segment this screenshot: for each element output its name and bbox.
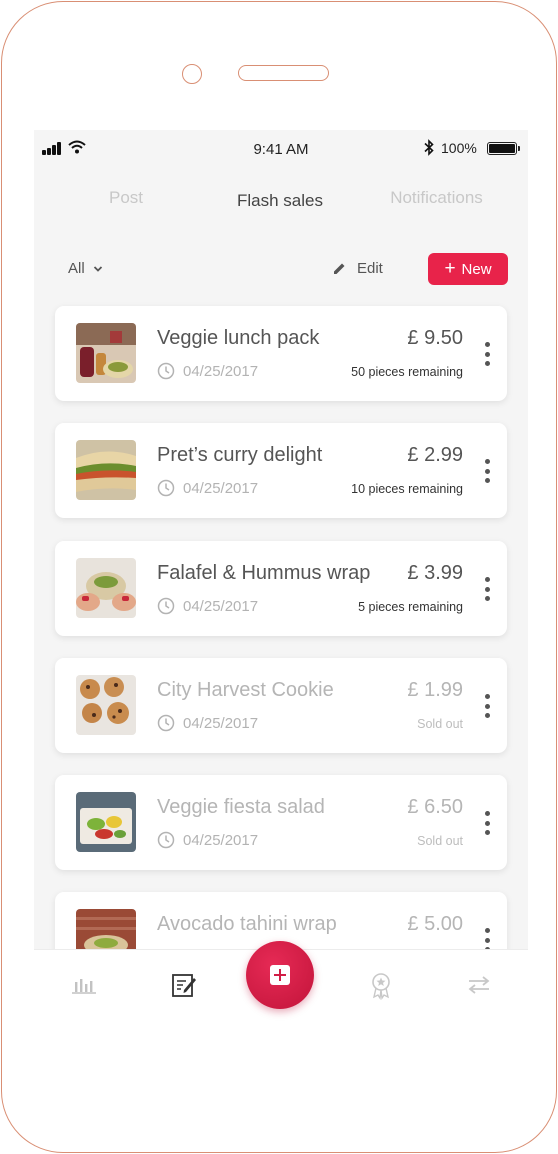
- bluetooth-icon: [424, 139, 434, 156]
- item-stock: 10 pieces remaining: [351, 482, 463, 496]
- item-stock: 5 pieces remaining: [358, 600, 463, 614]
- item-stock: 50 pieces remaining: [351, 365, 463, 379]
- item-price: £ 3.99: [407, 562, 463, 584]
- item-price: £ 1.99: [407, 679, 463, 701]
- item-name: Falafel & Hummus wrap: [157, 562, 371, 584]
- clock-icon: [157, 597, 175, 615]
- list-item[interactable]: Pret’s curry delight 04/25/2017 £ 2.99 1…: [55, 423, 507, 518]
- tab-post[interactable]: Post: [76, 188, 176, 208]
- item-stock: Sold out: [417, 834, 463, 848]
- plus-square-icon: [270, 965, 290, 985]
- phone-frame: 9:41 AM 100% Post Flash sales Notificati…: [1, 1, 557, 1153]
- item-date: 04/25/2017: [157, 714, 258, 732]
- more-icon[interactable]: [483, 577, 491, 601]
- filter-dropdown[interactable]: All: [68, 260, 103, 277]
- item-price: £ 9.50: [407, 327, 463, 349]
- item-date-text: 04/25/2017: [183, 714, 259, 732]
- list-item[interactable]: Veggie lunch pack 04/25/2017 £ 9.50 50 p…: [55, 306, 507, 401]
- more-icon[interactable]: [483, 811, 491, 835]
- pencil-icon: [334, 263, 345, 274]
- item-date: 04/25/2017: [157, 362, 258, 380]
- front-camera: [182, 64, 202, 84]
- item-thumbnail: [76, 558, 136, 618]
- list-item[interactable]: City Harvest Cookie 04/25/2017 £ 1.99 So…: [55, 658, 507, 753]
- tab-notifications[interactable]: Notifications: [374, 188, 499, 208]
- item-date-text: 04/25/2017: [183, 831, 259, 849]
- edit-label: Edit: [357, 260, 383, 277]
- item-name: Pret’s curry delight: [157, 444, 323, 466]
- item-name: Avocado tahini wrap: [157, 913, 337, 935]
- list-item[interactable]: Falafel & Hummus wrap 04/25/2017 £ 3.99 …: [55, 541, 507, 636]
- item-price: £ 6.50: [407, 796, 463, 818]
- list-toolbar: All Edit + New: [34, 253, 528, 285]
- clock-icon: [157, 479, 175, 497]
- battery-icon: [487, 142, 520, 155]
- tab-flash-sales[interactable]: Flash sales: [220, 191, 340, 211]
- item-price: £ 2.99: [407, 444, 463, 466]
- list-item[interactable]: Veggie fiesta salad 04/25/2017 £ 6.50 So…: [55, 775, 507, 870]
- more-icon[interactable]: [483, 342, 491, 366]
- new-button[interactable]: + New: [428, 253, 508, 285]
- badge-icon[interactable]: [366, 970, 396, 1000]
- new-label: New: [461, 260, 492, 278]
- item-thumbnail: [76, 675, 136, 735]
- item-date: 04/25/2017: [157, 831, 258, 849]
- clock-icon: [157, 714, 175, 732]
- status-bar: 9:41 AM 100%: [34, 130, 528, 166]
- item-date: 04/25/2017: [157, 479, 258, 497]
- plus-icon: +: [444, 257, 456, 279]
- item-thumbnail: [76, 323, 136, 383]
- edit-button[interactable]: Edit: [332, 260, 383, 277]
- item-thumbnail: [76, 440, 136, 500]
- filter-label: All: [68, 260, 85, 277]
- add-icon[interactable]: [246, 941, 314, 1009]
- item-date-text: 04/25/2017: [183, 362, 259, 380]
- battery-percent: 100%: [441, 140, 477, 156]
- more-icon[interactable]: [483, 459, 491, 483]
- item-thumbnail: [76, 792, 136, 852]
- item-name: City Harvest Cookie: [157, 679, 334, 701]
- item-name: Veggie fiesta salad: [157, 796, 325, 818]
- bottom-nav: [34, 941, 528, 1030]
- item-date-text: 04/25/2017: [183, 479, 259, 497]
- more-icon[interactable]: [483, 694, 491, 718]
- clock-icon: [157, 362, 175, 380]
- stats-icon[interactable]: [69, 970, 99, 1000]
- tab-bar: Post Flash sales Notifications: [34, 188, 528, 218]
- swap-icon[interactable]: [464, 970, 494, 1000]
- item-price: £ 5.00: [407, 913, 463, 935]
- edit-note-icon[interactable]: [169, 970, 199, 1000]
- app-screen: 9:41 AM 100% Post Flash sales Notificati…: [34, 130, 528, 1030]
- item-name: Veggie lunch pack: [157, 327, 320, 349]
- item-date: 04/25/2017: [157, 597, 258, 615]
- chevron-down-icon: [93, 265, 102, 272]
- earpiece-speaker: [238, 65, 329, 81]
- item-stock: Sold out: [417, 717, 463, 731]
- clock-icon: [157, 831, 175, 849]
- item-date-text: 04/25/2017: [183, 597, 259, 615]
